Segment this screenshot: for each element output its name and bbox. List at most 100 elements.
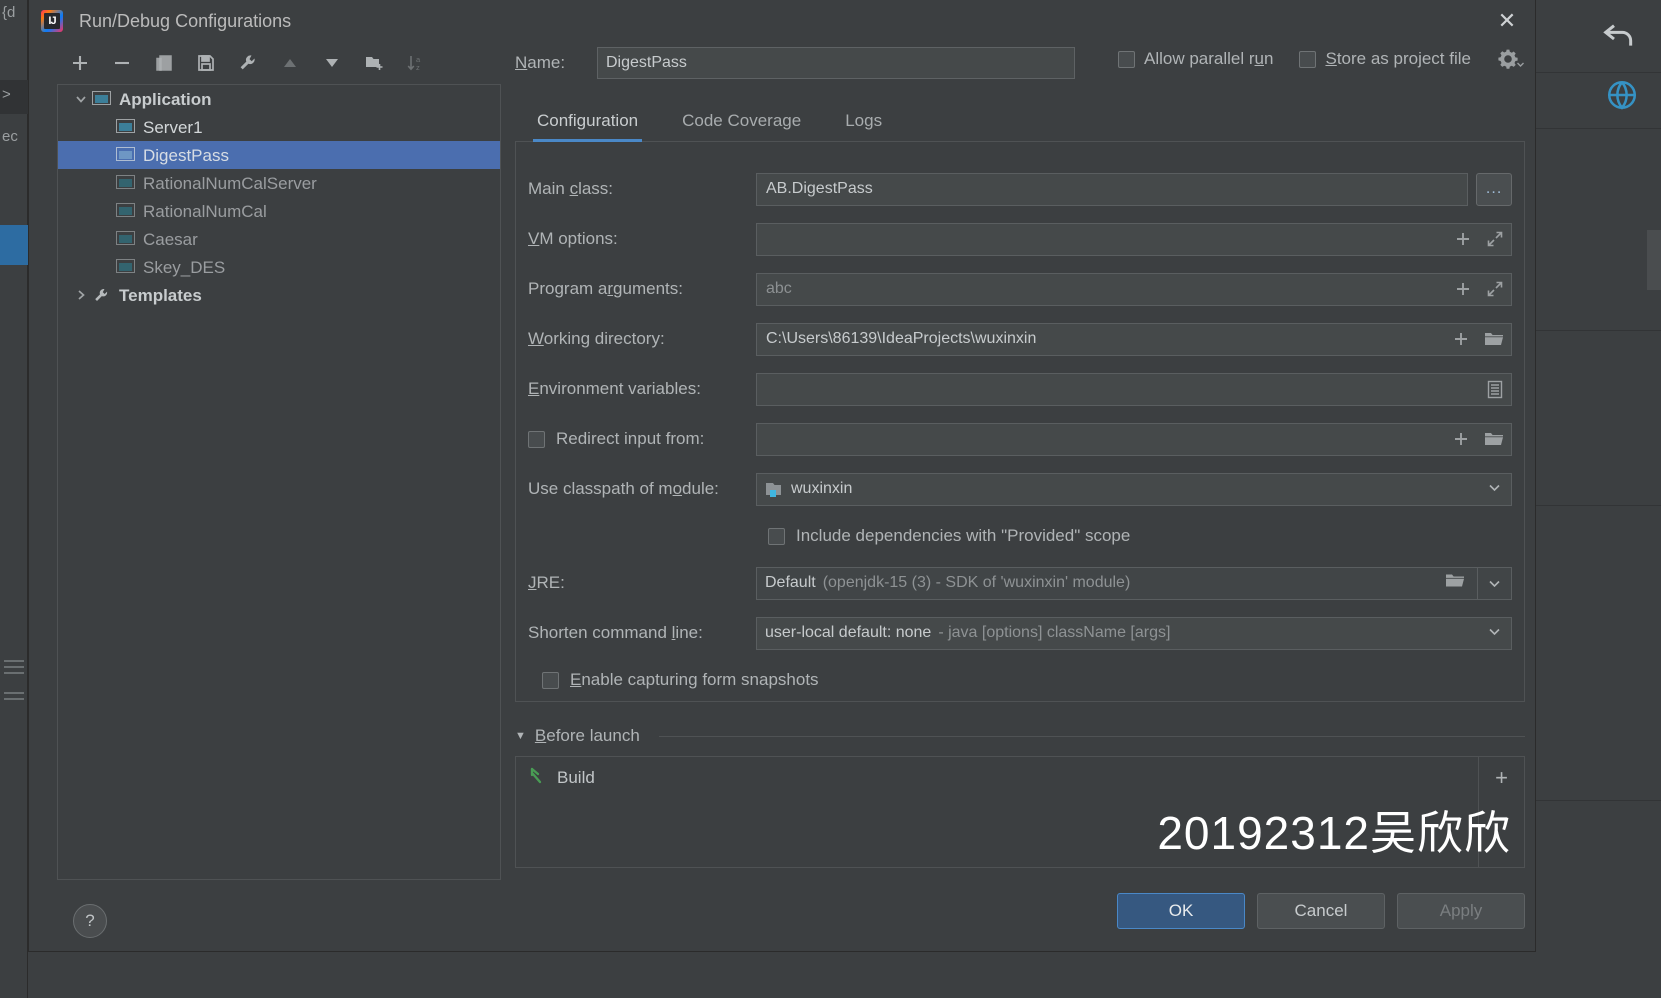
close-icon[interactable]: ✕ — [1485, 4, 1529, 38]
program-arguments-input[interactable] — [756, 272, 1512, 306]
store-as-project-file-checkbox[interactable]: Store as project file — [1299, 49, 1471, 69]
tree-item-caesar[interactable]: Caesar — [58, 225, 500, 253]
triangle-down-icon[interactable]: ▼ — [515, 730, 526, 742]
undo-icon[interactable] — [1599, 14, 1639, 54]
browse-folder-icon[interactable] — [1445, 572, 1465, 595]
tab-code-coverage[interactable]: Code Coverage — [660, 111, 823, 141]
module-combobox[interactable]: wuxinxin — [756, 472, 1512, 506]
main-class-input[interactable] — [756, 172, 1469, 206]
tree-item-rationalnumcal[interactable]: RationalNumCal — [58, 197, 500, 225]
help-button[interactable]: ? — [73, 904, 107, 938]
browse-folder-icon[interactable] — [1484, 330, 1504, 348]
move-up-button[interactable] — [277, 50, 303, 76]
environment-variables-input[interactable] — [756, 372, 1512, 406]
intellij-idea-icon: IJ — [41, 10, 63, 32]
tree-item-label: Application — [119, 89, 212, 109]
jre-label: JRE: — [528, 573, 565, 592]
tree-item-skey-des[interactable]: Skey_DES — [58, 253, 500, 281]
tree-item-application[interactable]: Application — [58, 85, 500, 113]
browse-folder-icon[interactable] — [1484, 430, 1504, 448]
gutter-mini-line-2 — [4, 666, 24, 668]
shorten-command-line-row: Shorten command line: user-local default… — [528, 608, 1512, 658]
chevron-right-icon[interactable] — [70, 288, 92, 302]
right-scroll-thumb[interactable] — [1647, 230, 1661, 290]
insert-macro-icon[interactable] — [1454, 280, 1472, 298]
program-arguments-row: Program arguments: — [528, 264, 1512, 314]
jre-combobox[interactable]: Default (openjdk-15 (3) - SDK of 'wuxinx… — [756, 566, 1512, 600]
before-launch-add-button[interactable]: + — [1489, 765, 1515, 791]
insert-macro-icon[interactable] — [1452, 330, 1470, 348]
sort-az-icon[interactable]: a z — [403, 50, 429, 76]
tree-item-server1[interactable]: Server1 — [58, 113, 500, 141]
configurations-tree[interactable]: Application Server1 DigestPass RationalN… — [57, 84, 501, 880]
enable-form-snapshots-checkbox[interactable]: Enable capturing form snapshots — [528, 658, 1512, 702]
program-arguments-control — [756, 272, 1512, 306]
chevron-down-icon[interactable] — [1477, 567, 1511, 599]
remove-configuration-button[interactable] — [109, 50, 135, 76]
tab-logs[interactable]: Logs — [823, 111, 904, 141]
environment-variables-row: Environment variables: — [528, 364, 1512, 414]
editor-tabs: Configuration Code Coverage Logs — [515, 102, 1525, 142]
name-input[interactable] — [597, 47, 1075, 79]
shorten-command-line-combobox[interactable]: user-local default: none - java [options… — [756, 616, 1512, 650]
include-provided-scope-label: Include dependencies with "Provided" sco… — [796, 526, 1131, 545]
allow-parallel-run-checkbox[interactable]: Allow parallel run — [1117, 49, 1274, 69]
tree-item-rationalnumcalserver[interactable]: RationalNumCalServer — [58, 169, 500, 197]
cancel-button[interactable]: Cancel — [1257, 893, 1385, 929]
insert-macro-icon[interactable] — [1454, 230, 1472, 248]
shorten-command-line-value: user-local default: none — [765, 624, 932, 641]
edit-variables-list-icon[interactable] — [1486, 380, 1504, 399]
right-divider-2 — [1536, 128, 1661, 129]
allow-parallel-run-label: Allow parallel run — [1143, 49, 1274, 68]
wrench-icon[interactable] — [235, 50, 261, 76]
working-directory-row: Working directory: — [528, 314, 1512, 364]
before-launch-item-label: Build — [557, 768, 595, 787]
tree-item-label: Templates — [119, 285, 202, 305]
tab-configuration[interactable]: Configuration — [515, 111, 660, 142]
main-class-browse-button[interactable]: ... — [1476, 172, 1512, 206]
before-launch-list[interactable]: Build — [516, 757, 1478, 867]
ok-button[interactable]: OK — [1117, 893, 1245, 929]
vm-options-row: VM options: — [528, 214, 1512, 264]
build-hammer-icon — [528, 766, 547, 790]
copy-configuration-icon[interactable] — [151, 50, 177, 76]
application-icon — [116, 146, 138, 164]
apply-button[interactable]: Apply — [1397, 893, 1525, 929]
chevron-down-icon[interactable] — [1488, 627, 1501, 639]
before-launch-item-build[interactable]: Build — [516, 763, 1478, 793]
before-launch-header: ▼ Before launch — [515, 726, 1525, 746]
shorten-command-line-detail: - java [options] className [args] — [938, 624, 1171, 641]
expand-editor-icon[interactable] — [1486, 280, 1504, 298]
name-label: Name: — [515, 53, 566, 72]
chevron-down-icon[interactable] — [1488, 483, 1501, 495]
before-launch-box: Build + − — [515, 756, 1525, 868]
checkbox-box — [1299, 50, 1317, 68]
dialog-title: Run/Debug Configurations — [79, 10, 292, 31]
tree-item-label: Caesar — [143, 229, 198, 249]
right-divider-3 — [1536, 330, 1661, 331]
add-configuration-button[interactable] — [67, 50, 93, 76]
working-directory-control — [756, 322, 1512, 356]
vm-options-input[interactable] — [756, 222, 1512, 256]
chevron-down-icon[interactable] — [70, 92, 92, 106]
use-classpath-module-row: Use classpath of module: wuxinxin — [528, 464, 1512, 514]
application-icon — [116, 174, 138, 192]
tree-item-label: RationalNumCal — [143, 201, 267, 221]
gear-dropdown-icon[interactable] — [1497, 48, 1525, 70]
insert-macro-icon[interactable] — [1452, 430, 1470, 448]
redirect-input-field[interactable] — [756, 422, 1512, 456]
save-configuration-icon[interactable] — [193, 50, 219, 76]
move-down-button[interactable] — [319, 50, 345, 76]
application-icon — [116, 202, 138, 220]
include-provided-scope-checkbox[interactable]: Include dependencies with "Provided" sco… — [528, 514, 1512, 558]
expand-editor-icon[interactable] — [1486, 230, 1504, 248]
tree-item-digestpass[interactable]: DigestPass — [58, 141, 500, 169]
globe-icon[interactable] — [1605, 78, 1639, 112]
tree-item-templates[interactable]: Templates — [58, 281, 500, 309]
new-folder-icon[interactable] — [361, 50, 387, 76]
working-directory-input[interactable] — [756, 322, 1512, 356]
before-launch-divider — [658, 735, 1525, 737]
redirect-input-checkbox[interactable]: Redirect input from: — [528, 429, 756, 449]
main-class-label: Main class: — [528, 179, 614, 198]
before-launch-remove-button[interactable]: − — [1489, 805, 1515, 831]
